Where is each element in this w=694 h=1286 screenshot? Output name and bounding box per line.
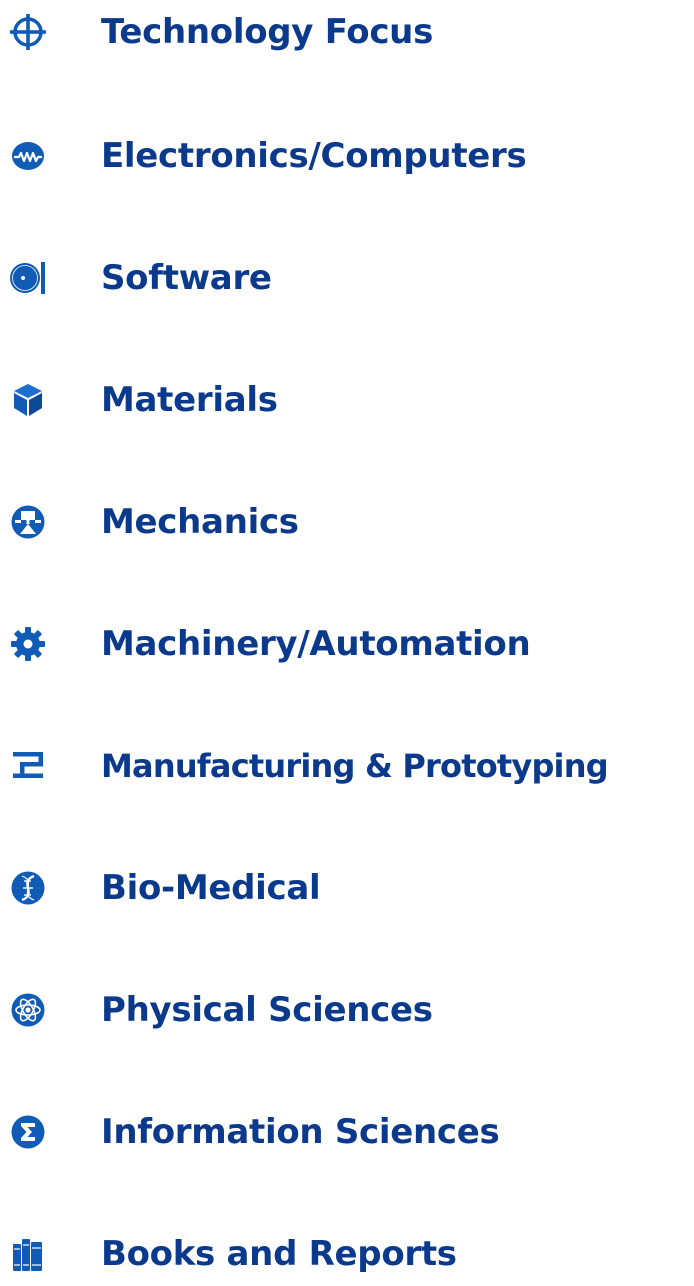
disc-icon bbox=[10, 260, 46, 296]
category-label: Software bbox=[101, 258, 272, 298]
category-physical-sciences[interactable]: Physical Sciences bbox=[0, 978, 694, 1042]
category-machinery-automation[interactable]: Machinery/Automation bbox=[0, 612, 694, 676]
gear-icon bbox=[10, 626, 46, 662]
category-list: Technology Focus Electronics/Computers S… bbox=[0, 0, 694, 1281]
category-label: Technology Focus bbox=[101, 12, 434, 52]
books-icon bbox=[10, 1236, 46, 1272]
category-manufacturing-prototyping[interactable]: Manufacturing & Prototyping bbox=[0, 734, 694, 798]
category-software[interactable]: Software bbox=[0, 246, 694, 310]
category-mechanics[interactable]: Mechanics bbox=[0, 490, 694, 554]
category-label: Mechanics bbox=[101, 502, 299, 542]
dna-icon bbox=[10, 870, 46, 906]
category-label: Electronics/Computers bbox=[101, 136, 527, 176]
category-label: Books and Reports bbox=[101, 1234, 457, 1274]
sigma-icon bbox=[10, 1114, 46, 1150]
category-materials[interactable]: Materials bbox=[0, 368, 694, 432]
manufacturing-icon bbox=[10, 748, 46, 784]
category-label: Bio-Medical bbox=[101, 868, 321, 908]
category-information-sciences[interactable]: Information Sciences bbox=[0, 1100, 694, 1164]
crosshair-icon bbox=[10, 14, 46, 50]
mechanics-icon bbox=[10, 504, 46, 540]
circuit-wave-icon bbox=[10, 138, 46, 174]
atom-icon bbox=[10, 992, 46, 1028]
category-electronics-computers[interactable]: Electronics/Computers bbox=[0, 124, 694, 188]
category-label: Machinery/Automation bbox=[101, 624, 531, 664]
category-label: Information Sciences bbox=[101, 1112, 500, 1152]
cube-icon bbox=[10, 382, 46, 418]
category-bio-medical[interactable]: Bio-Medical bbox=[0, 856, 694, 920]
category-label: Materials bbox=[101, 380, 278, 420]
category-label: Physical Sciences bbox=[101, 990, 433, 1030]
category-technology-focus[interactable]: Technology Focus bbox=[0, 0, 694, 64]
category-label: Manufacturing & Prototyping bbox=[101, 747, 609, 785]
category-books-reports[interactable]: Books and Reports bbox=[0, 1222, 694, 1286]
